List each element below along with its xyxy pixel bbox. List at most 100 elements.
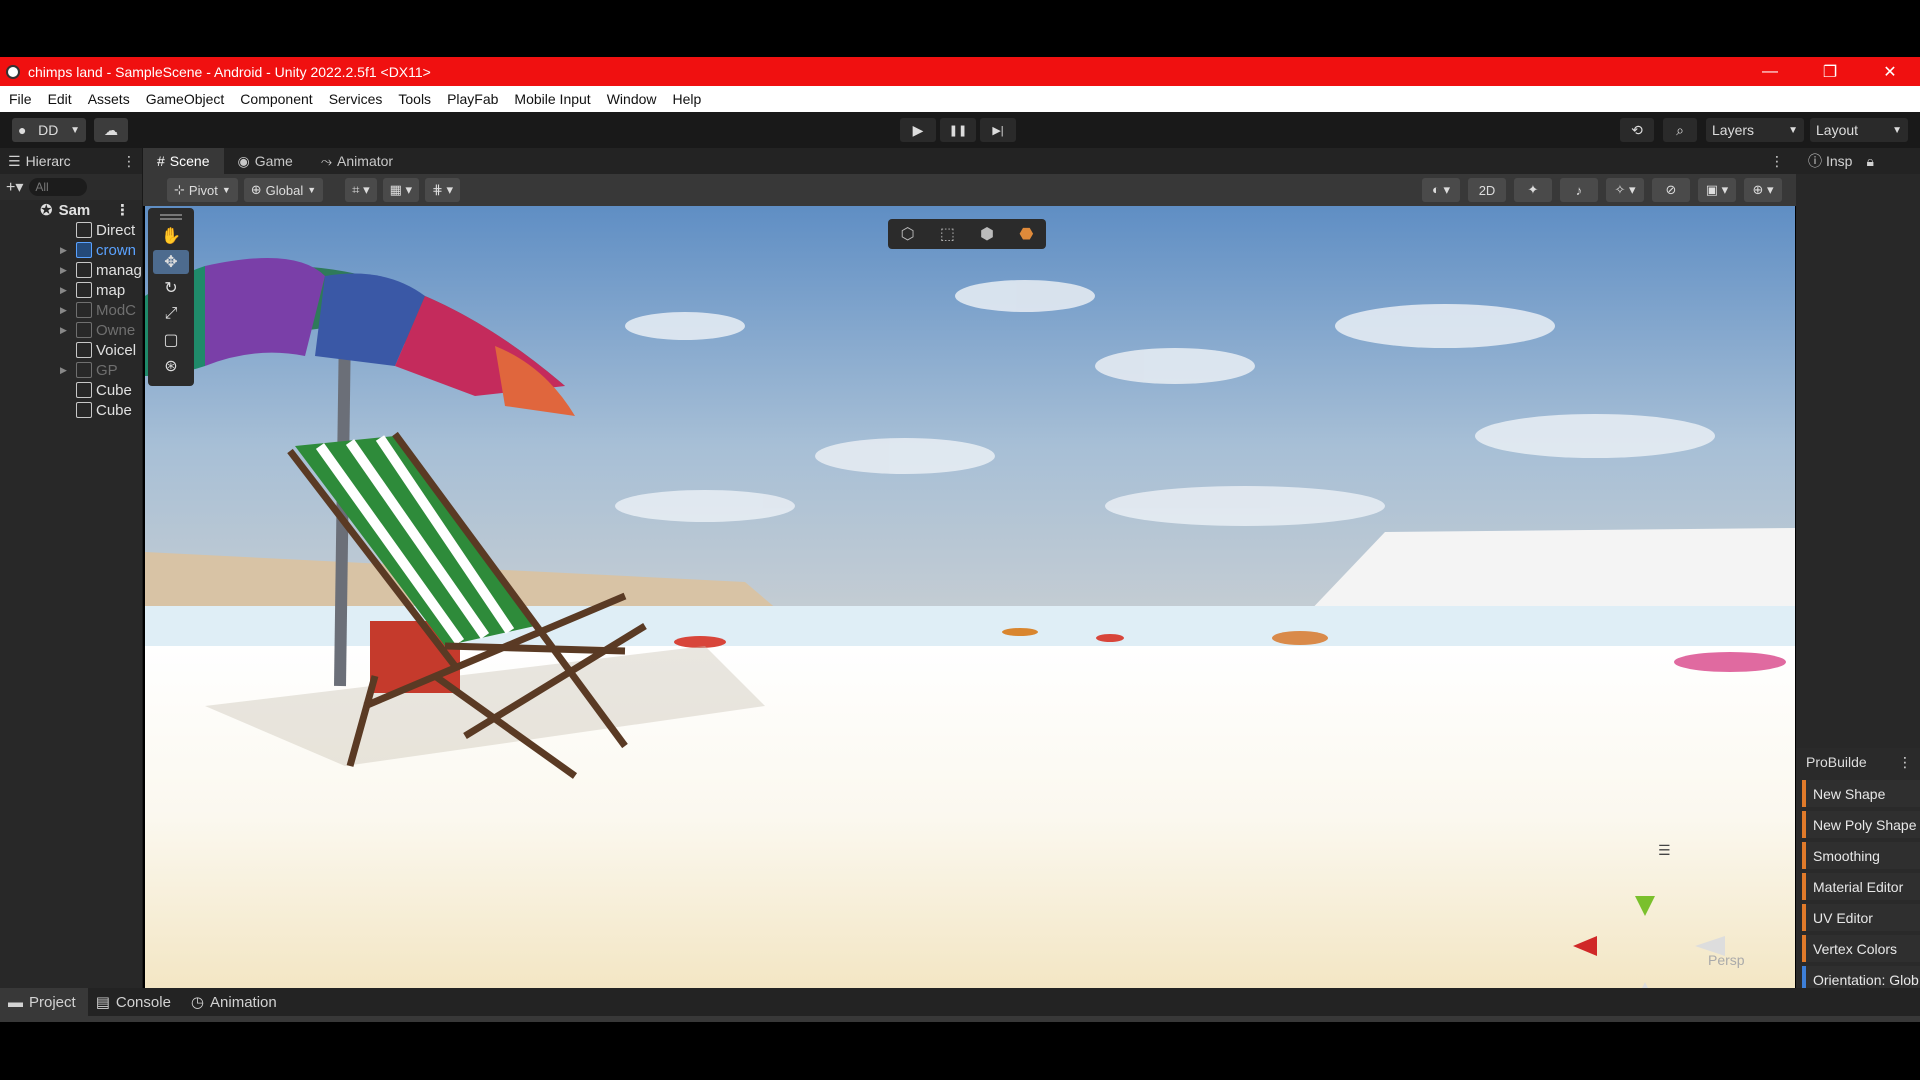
hamburger-icon[interactable]: ☰ bbox=[1658, 842, 1671, 859]
hierarchy-item[interactable]: ▶ crown bbox=[0, 240, 142, 260]
tab-console[interactable]: ▤ Console bbox=[88, 988, 183, 1016]
menu-playfab[interactable]: PlayFab bbox=[447, 91, 498, 107]
tab-project[interactable]: ▬ Project bbox=[0, 988, 88, 1016]
expand-arrow-icon[interactable]: ▶ bbox=[60, 265, 70, 276]
material-editor-button[interactable]: Material Editor bbox=[1802, 873, 1920, 900]
folder-icon: ▬ bbox=[8, 993, 23, 1011]
undo-history-icon[interactable]: ⟲ bbox=[1620, 118, 1654, 142]
new-poly-shape-button[interactable]: New Poly Shape bbox=[1802, 811, 1920, 838]
scale-tool-icon[interactable]: ⤢ bbox=[153, 302, 189, 326]
hierarchy-item[interactable]: ▶ Owne bbox=[0, 320, 142, 340]
scene-row[interactable]: ✪ Sam ⋮ bbox=[0, 200, 142, 220]
hierarchy-item[interactable]: ▶ GP bbox=[0, 360, 142, 380]
menu-edit[interactable]: Edit bbox=[48, 91, 72, 107]
close-button[interactable]: ✕ bbox=[1860, 57, 1920, 86]
hierarchy-toolbar: +▾ All bbox=[0, 174, 142, 200]
more-options-icon[interactable]: ⋮ bbox=[115, 201, 130, 219]
step-button[interactable]: ▶| bbox=[980, 118, 1016, 142]
hierarchy-item[interactable]: Direct bbox=[0, 220, 142, 240]
menu-help[interactable]: Help bbox=[673, 91, 702, 107]
pause-button[interactable]: ❚❚ bbox=[940, 118, 976, 142]
grid-snap-dropdown[interactable]: ⌗ ▾ bbox=[345, 178, 377, 202]
expand-arrow-icon[interactable]: ▶ bbox=[60, 325, 70, 336]
tab-animator[interactable]: ⤳ Animator bbox=[307, 148, 407, 174]
more-options-icon[interactable]: ⋮ bbox=[122, 153, 136, 170]
gizmos-dropdown[interactable]: ⊕ ▾ bbox=[1744, 178, 1782, 202]
scene-viewport[interactable] bbox=[145, 206, 1795, 988]
tab-game[interactable]: ◉ Game bbox=[224, 148, 307, 174]
hierarchy-item-label: manag bbox=[96, 261, 142, 279]
play-button[interactable]: ▶ bbox=[900, 118, 936, 142]
shading-mode-dropdown[interactable]: ◐ ▾ bbox=[1422, 178, 1460, 202]
more-options-icon[interactable]: ⋮ bbox=[1770, 153, 1784, 170]
layout-dropdown[interactable]: Layout ▼ bbox=[1810, 118, 1908, 142]
menu-gameobject[interactable]: GameObject bbox=[146, 91, 225, 107]
hierarchy-item[interactable]: Cube bbox=[0, 380, 142, 400]
face-mode-icon[interactable]: ⬣ bbox=[1019, 224, 1033, 244]
uv-editor-button[interactable]: UV Editor bbox=[1802, 904, 1920, 931]
expand-arrow-icon[interactable]: ▶ bbox=[60, 365, 70, 376]
effects-dropdown[interactable]: ✧ ▾ bbox=[1606, 178, 1644, 202]
transform-tool-icon[interactable]: ⊛ bbox=[153, 354, 189, 378]
gameobject-icon bbox=[76, 222, 92, 238]
letterbox-bottom bbox=[0, 1022, 1920, 1080]
move-tool-icon[interactable]: ✥ bbox=[153, 250, 189, 274]
menu-services[interactable]: Services bbox=[329, 91, 383, 107]
probuilder-header[interactable]: ProBuilde ⋮ bbox=[1796, 748, 1920, 776]
restore-button[interactable]: ❐ bbox=[1800, 57, 1860, 86]
edge-mode-icon[interactable]: ⬢ bbox=[980, 224, 994, 244]
layers-dropdown[interactable]: Layers ▼ bbox=[1706, 118, 1804, 142]
inspector-tab[interactable]: ⓘ Insp 🔒︎ bbox=[1796, 148, 1920, 174]
add-icon[interactable]: +▾ bbox=[6, 177, 23, 197]
camera-dropdown[interactable]: ▣ ▾ bbox=[1698, 178, 1736, 202]
search-icon[interactable]: ⌕ bbox=[1663, 118, 1697, 142]
drag-handle[interactable] bbox=[160, 214, 182, 220]
vertex-colors-button[interactable]: Vertex Colors bbox=[1802, 935, 1920, 962]
menu-mobile-input[interactable]: Mobile Input bbox=[514, 91, 590, 107]
menu-bar: File Edit Assets GameObject Component Se… bbox=[0, 86, 1920, 112]
menu-tools[interactable]: Tools bbox=[398, 91, 431, 107]
expand-arrow-icon[interactable]: ▶ bbox=[60, 245, 70, 256]
menu-window[interactable]: Window bbox=[607, 91, 657, 107]
hierarchy-item[interactable]: Voicel bbox=[0, 340, 142, 360]
menu-component[interactable]: Component bbox=[240, 91, 312, 107]
persp-label[interactable]: Persp bbox=[1708, 952, 1745, 968]
menu-file[interactable]: File bbox=[9, 91, 32, 107]
hierarchy-item[interactable]: Cube bbox=[0, 400, 142, 420]
expand-arrow-icon[interactable]: ▶ bbox=[60, 285, 70, 296]
menu-assets[interactable]: Assets bbox=[88, 91, 130, 107]
expand-arrow-icon[interactable]: ▶ bbox=[60, 305, 70, 316]
gameobject-icon bbox=[76, 282, 92, 298]
toggle-2d-button[interactable]: 2D bbox=[1468, 178, 1506, 202]
tab-scene[interactable]: # Scene bbox=[143, 148, 224, 174]
tab-animation[interactable]: ◷ Animation bbox=[183, 988, 289, 1016]
lock-icon[interactable]: 🔒︎ bbox=[1866, 153, 1873, 170]
unity-scene-icon: ✪ bbox=[40, 202, 53, 219]
account-dropdown[interactable]: ● DD ▼ bbox=[12, 118, 86, 142]
grid-visibility-dropdown[interactable]: ▦ ▾ bbox=[382, 178, 420, 202]
hierarchy-tab[interactable]: ☰ Hierarc ⋮ bbox=[0, 148, 142, 174]
hierarchy-search-input[interactable]: All bbox=[29, 178, 88, 196]
hierarchy-item[interactable]: ▶ manag bbox=[0, 260, 142, 280]
vertex-mode-icon[interactable]: ⬚ bbox=[940, 224, 955, 244]
gameobject-icon bbox=[76, 382, 92, 398]
rotate-tool-icon[interactable]: ↻ bbox=[153, 276, 189, 300]
pivot-dropdown[interactable]: ⊹ Pivot ▼ bbox=[167, 178, 238, 202]
new-shape-button[interactable]: New Shape bbox=[1802, 780, 1920, 807]
object-mode-icon[interactable]: ⬡ bbox=[901, 224, 915, 244]
audio-toggle-icon[interactable]: ♪ bbox=[1560, 178, 1598, 202]
hierarchy-item[interactable]: ▶ map bbox=[0, 280, 142, 300]
chevron-down-icon: ▼ bbox=[1788, 124, 1798, 136]
minimize-button[interactable]: — bbox=[1740, 57, 1800, 86]
hierarchy-item[interactable]: ▶ ModC bbox=[0, 300, 142, 320]
global-dropdown[interactable]: ⊕ Global ▼ bbox=[243, 178, 324, 202]
hand-tool-icon[interactable]: ✋ bbox=[153, 224, 189, 248]
cloud-icon[interactable]: ☁ bbox=[94, 118, 128, 142]
visibility-toggle-icon[interactable]: ⊘ bbox=[1652, 178, 1690, 202]
gameobject-icon bbox=[76, 402, 92, 418]
rect-tool-icon[interactable]: ▢ bbox=[153, 328, 189, 352]
lighting-toggle-icon[interactable]: ✦ bbox=[1514, 178, 1552, 202]
smoothing-button[interactable]: Smoothing bbox=[1802, 842, 1920, 869]
increment-snap-dropdown[interactable]: ⋕ ▾ bbox=[425, 178, 461, 202]
more-options-icon[interactable]: ⋮ bbox=[1898, 754, 1912, 771]
